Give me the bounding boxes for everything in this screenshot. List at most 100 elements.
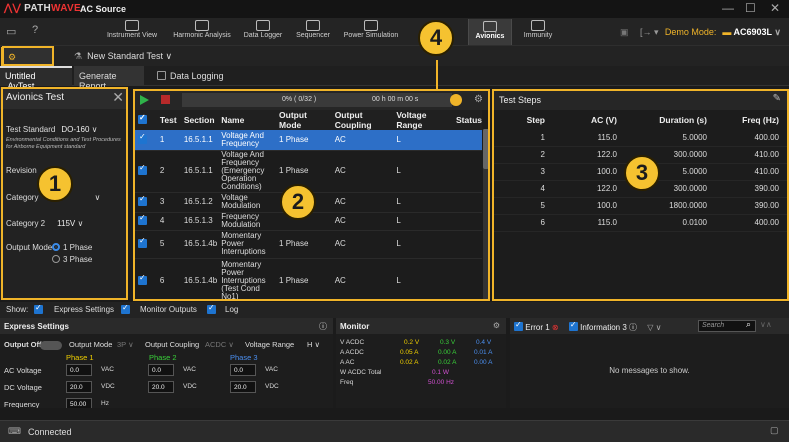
radio-3-phase[interactable]: 3 Phase	[52, 255, 92, 264]
tab-settings[interactable]: ⚙ Settings	[1, 47, 53, 73]
cell-section: 16.5.1.1	[179, 130, 218, 151]
info-icon[interactable]: ⓘ	[319, 321, 327, 332]
output-off-label: Output Off	[4, 340, 42, 349]
data-logging-toggle[interactable]: Data Logging	[152, 66, 229, 86]
voltage-range-select[interactable]: H ∨	[307, 340, 320, 349]
table-row[interactable]: 216.5.1.1Voltage And Frequency (Emergenc…	[134, 150, 482, 193]
tab-untitled-avtest[interactable]: Untitled .AvTest	[0, 66, 72, 91]
close-icon[interactable]: ✕	[770, 1, 780, 15]
cell-section: 16.5.1.3	[179, 212, 218, 231]
dc-voltage-phase2[interactable]: 20.0	[148, 381, 174, 393]
col-header: Test	[155, 110, 180, 130]
maximize-icon[interactable]: ☐	[745, 1, 756, 15]
cell-test: 1	[155, 130, 180, 151]
unit-label: VAC	[265, 366, 278, 373]
dc-voltage-phase1[interactable]: 20.0	[66, 381, 92, 393]
cell-test: 5	[155, 230, 180, 259]
filter-icon[interactable]: ▽ ∨	[647, 323, 661, 332]
close-icon[interactable]: ✕	[112, 89, 124, 106]
output-mode-select[interactable]: 3P ∨	[117, 340, 134, 349]
chevron-down-icon: ∨	[94, 193, 101, 202]
chevron-down-icon: ∨	[77, 219, 84, 228]
checkbox-checked-icon	[138, 195, 147, 206]
tab-new-standard-test[interactable]: ⚗ New Standard Test ∨	[68, 47, 178, 66]
ribbon-avionics[interactable]: Avionics	[468, 19, 512, 45]
radio-1-phase[interactable]: 1 Phase	[52, 243, 92, 252]
coupling-select[interactable]: ACDC ∨	[205, 340, 234, 349]
col-header: Output Mode	[275, 110, 331, 130]
gear-icon[interactable]: ⚙	[493, 321, 500, 330]
checkbox-checked-icon[interactable]	[121, 303, 130, 315]
ribbon-power-simulation[interactable]: Power Simulation	[340, 20, 402, 39]
screen-icon[interactable]: ▣	[620, 27, 629, 38]
monitor-value: 50.00 Hz	[428, 379, 455, 386]
error-filter[interactable]: Error 1 ⊗	[514, 320, 559, 332]
table-row[interactable]: 116.5.1.1Voltage And Frequency1 PhaseACL	[134, 130, 482, 151]
play-icon[interactable]	[140, 95, 149, 105]
output-toggle[interactable]	[40, 341, 62, 350]
row-checkbox[interactable]	[134, 150, 156, 193]
panel-header: Express Settings ⓘ	[0, 318, 333, 334]
test-standard-field[interactable]: Test Standard DO-160 ∨	[6, 125, 97, 134]
panel-header: Error 1 ⊗ Information 3 ⓘ ▽ ∨ Search ⌕ ∨…	[510, 318, 789, 334]
dc-voltage-phase3[interactable]: 20.0	[230, 381, 256, 393]
row-checkbox[interactable]	[134, 230, 156, 259]
callout-badge-4: 4	[418, 20, 454, 56]
demo-mode[interactable]: Demo Mode: ▬ AC6903L ∨	[665, 27, 781, 38]
ribbon-immunity[interactable]: Immunity	[520, 20, 556, 39]
table-row[interactable]: 5 100.0 1800.0000 390.00	[493, 197, 787, 215]
checkbox-checked-icon[interactable]	[207, 303, 216, 315]
ac-voltage-phase3[interactable]: 0.0	[230, 364, 256, 376]
ac-voltage-phase1[interactable]: 0.0	[66, 364, 92, 376]
info-filter[interactable]: Information 3 ⓘ	[568, 320, 637, 332]
callout-badge-2: 2	[280, 184, 316, 220]
checkbox-checked-icon	[138, 214, 147, 225]
scrollbar[interactable]	[483, 129, 489, 299]
nav-arrows[interactable]: ∨∧	[760, 320, 772, 329]
ribbon-harmonic-analysis[interactable]: Harmonic Analysis	[171, 20, 233, 39]
category2-field[interactable]: Category 2 115V ∨	[6, 219, 83, 228]
radio-selected-icon	[52, 243, 60, 251]
stop-icon[interactable]	[161, 95, 170, 104]
col-header: Output Coupling	[330, 110, 393, 130]
table-row[interactable]: 616.5.1.4bMomentary Power Interruptions …	[134, 258, 482, 305]
step-cell: 100.0	[553, 163, 625, 181]
radio-icon	[52, 255, 60, 263]
ribbon-instrument-view[interactable]: Instrument View	[106, 20, 158, 39]
help-icon[interactable]: ?	[32, 24, 38, 36]
toggle-switch[interactable]	[442, 94, 462, 106]
row-checkbox[interactable]	[134, 192, 156, 213]
row-checkbox[interactable]	[134, 212, 156, 231]
monitor-outputs-label: Monitor Outputs	[140, 305, 197, 314]
chat-icon[interactable]: ▢	[770, 425, 779, 436]
step-cell: 410.00	[715, 163, 787, 181]
step-cell: 122.0	[553, 180, 625, 198]
edit-icon[interactable]: ✎	[773, 93, 781, 104]
generate-report-button[interactable]: Generate Report	[74, 66, 144, 91]
table-row[interactable]: 516.5.1.4bMomentary Power Interruptions1…	[134, 230, 482, 259]
cell-status	[452, 212, 482, 231]
monitor-value: 0.00 A	[474, 359, 493, 366]
col-header: Step	[526, 114, 545, 125]
logger-icon	[256, 20, 270, 31]
row-checkbox[interactable]	[134, 258, 156, 305]
checkbox-checked-icon[interactable]	[34, 303, 43, 315]
table-row[interactable]: 1 115.0 5.0000 400.00	[493, 129, 787, 147]
gear-icon[interactable]: ⚙	[474, 94, 483, 105]
monitor-value: 0.1 W	[432, 369, 449, 376]
minimize-icon[interactable]: —	[722, 1, 734, 15]
express-settings-label: Express Settings	[54, 305, 115, 314]
folder-icon[interactable]: ▭	[6, 25, 16, 38]
power-simulation-icon	[364, 20, 378, 31]
table-row[interactable]: 6 115.0 0.0100 400.00	[493, 214, 787, 232]
scrollbar-thumb[interactable]	[483, 129, 489, 169]
export-icon[interactable]: [→ ▾	[640, 27, 659, 38]
ribbon-data-logger[interactable]: Data Logger	[242, 20, 284, 39]
row-checkbox[interactable]	[134, 130, 156, 151]
ac-voltage-phase2[interactable]: 0.0	[148, 364, 174, 376]
step-cell: 410.00	[715, 146, 787, 164]
step-cell: 1800.0000	[625, 197, 715, 215]
ribbon-sequencer[interactable]: Sequencer	[294, 20, 332, 39]
output-mode-label: Output Mode	[6, 243, 53, 252]
select-all-checkbox[interactable]	[134, 110, 156, 130]
